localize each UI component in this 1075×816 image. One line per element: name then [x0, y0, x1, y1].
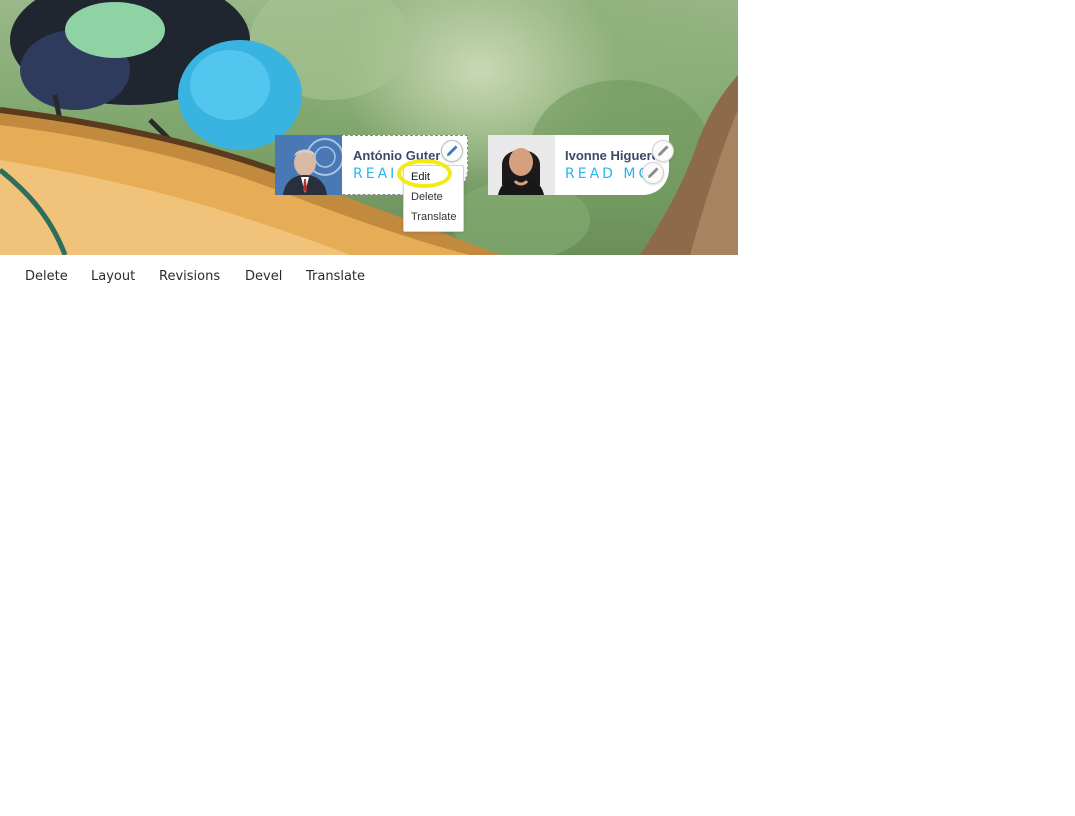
pencil-icon — [658, 145, 669, 156]
pencil-icon — [447, 145, 458, 156]
tab-delete[interactable]: Delete — [25, 269, 68, 284]
read-more-link[interactable]: READ MORE — [353, 166, 393, 182]
contextual-edit-button[interactable] — [652, 140, 674, 162]
profile-name: António Guterr — [353, 148, 440, 163]
pencil-icon — [648, 167, 659, 178]
contextual-links-menu: Edit Delete Translate — [403, 165, 464, 232]
tab-devel[interactable]: Devel — [245, 269, 282, 284]
hero-illustration — [0, 0, 738, 255]
contextual-edit-button[interactable] — [642, 162, 664, 184]
tab-layout[interactable]: Layout — [91, 269, 135, 284]
profile-name: Ivonne Higuero — [565, 148, 655, 163]
profile-photo — [275, 135, 342, 195]
hero-image — [0, 0, 738, 255]
tab-revisions[interactable]: Revisions — [159, 269, 220, 284]
profile-card-higuero[interactable]: Ivonne Higuero READ MORE — [488, 135, 674, 195]
context-menu-edit[interactable]: Edit — [411, 171, 430, 183]
contextual-edit-button[interactable] — [441, 140, 463, 162]
tab-translate[interactable]: Translate — [306, 269, 365, 284]
profile-photo — [488, 135, 555, 195]
read-more-link[interactable]: READ MORE — [565, 166, 643, 182]
context-menu-translate[interactable]: Translate — [411, 211, 456, 223]
context-menu-delete[interactable]: Delete — [411, 191, 443, 203]
local-tasks-tabs: Delete Layout Revisions Devel Translate — [0, 262, 738, 292]
